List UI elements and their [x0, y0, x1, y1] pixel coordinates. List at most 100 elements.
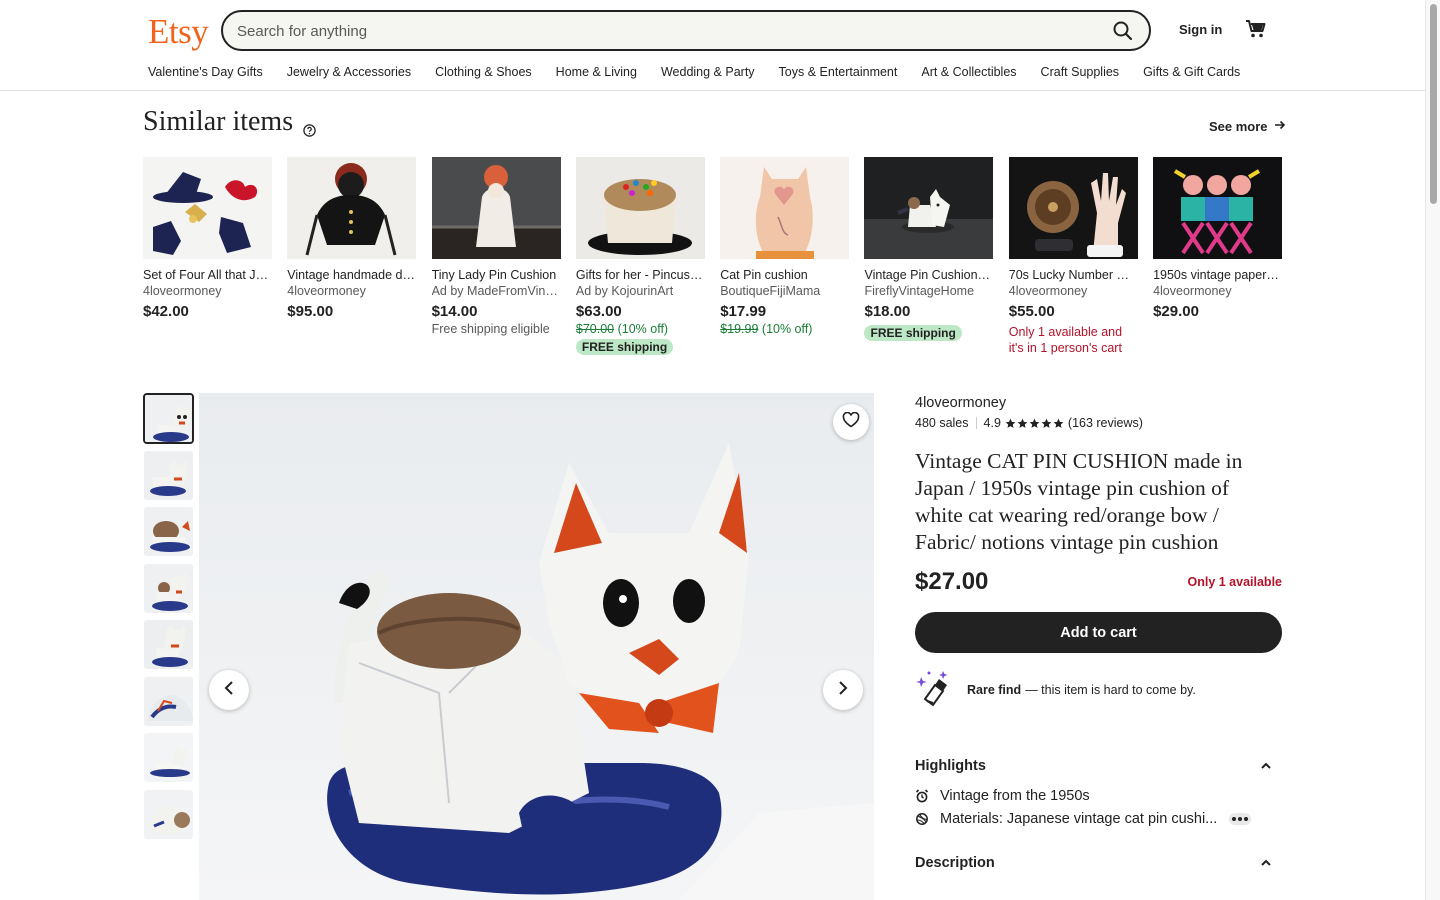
rare-find-text: — this item is hard to come by. [1025, 682, 1196, 697]
shop-rating-row: 480 sales 4.9 (163 reviews) [915, 414, 1282, 432]
item-price: $14.00 [431, 303, 478, 320]
gallery-thumbnail[interactable] [143, 506, 194, 557]
gallery-thumbnail[interactable] [143, 393, 194, 444]
item-original-price: $70.00 (10% off) [575, 322, 669, 336]
previous-image-button[interactable] [209, 670, 249, 710]
item-title[interactable]: Cat Pin cushion [720, 267, 849, 283]
item-title[interactable]: Tiny Lady Pin Cushion [432, 267, 561, 283]
main-listing-image[interactable] [199, 393, 874, 900]
similar-item-card[interactable]: Gifts for her - Pincushion Ad by Kojouri… [575, 157, 705, 356]
item-image[interactable] [1153, 157, 1283, 259]
price-row: $27.00 Only 1 available [915, 568, 1282, 596]
item-shipping-note: Free shipping eligible [431, 322, 550, 336]
similar-item-card[interactable]: 70s Lucky Number Wheel 4loveormoney $55.… [1008, 157, 1138, 356]
scrollbar-thumb[interactable] [1430, 4, 1437, 204]
nav-valentines[interactable]: Valentine's Day Gifts [148, 65, 263, 79]
chevron-up-icon [1260, 758, 1272, 774]
similar-item-card[interactable]: Vintage handmade doll pin 4loveormoney $… [287, 157, 417, 356]
gallery-thumbnail[interactable] [143, 619, 194, 670]
item-image[interactable] [864, 157, 994, 259]
gallery-thumbnail[interactable] [143, 676, 194, 727]
gallery-thumbnail[interactable] [143, 789, 194, 840]
item-title[interactable]: Vintage handmade doll pin [287, 267, 416, 283]
highlight-text: Vintage from the 1950s [940, 788, 1090, 804]
item-shop: 4loveormoney [287, 284, 366, 298]
rare-find-label: Rare find [967, 682, 1022, 697]
item-image[interactable] [1008, 157, 1138, 259]
free-shipping-badge: FREE shipping [864, 325, 962, 341]
cart-icon[interactable] [1244, 17, 1268, 41]
rare-find-icon [915, 669, 953, 710]
nav-craft[interactable]: Craft Supplies [1041, 65, 1120, 79]
arrow-right-icon [1274, 119, 1286, 134]
item-shop: Ad by MadeFromVintage [431, 284, 561, 298]
nav-art[interactable]: Art & Collectibles [921, 65, 1016, 79]
site-header: Etsy Sign in Valentine's Day Gifts Jewel… [0, 0, 1425, 91]
highlight-item: Vintage from the 1950s [915, 788, 1282, 804]
gallery-thumbnail[interactable] [143, 450, 194, 501]
item-image[interactable] [143, 157, 272, 259]
favorite-button[interactable] [833, 404, 869, 440]
chevron-right-icon [837, 680, 849, 701]
rare-find-row: Rare find — this item is hard to come by… [915, 669, 1282, 710]
chevron-left-icon [223, 680, 235, 701]
yarn-icon [915, 812, 929, 826]
item-shop: 4loveormoney [1008, 284, 1088, 298]
nav-jewelry[interactable]: Jewelry & Accessories [287, 65, 411, 79]
listing-title: Vintage CAT PIN CUSHION made in Japan / … [915, 449, 1243, 554]
see-more-label: See more [1209, 119, 1268, 134]
item-price: $55.00 [1008, 303, 1055, 320]
search-input[interactable] [237, 20, 1097, 42]
item-title[interactable]: Set of Four All that Jazz pins [143, 267, 272, 283]
description-toggle[interactable]: Description [915, 855, 1282, 871]
similar-item-card[interactable]: Tiny Lady Pin Cushion Ad by MadeFromVint… [431, 157, 561, 356]
item-shop: 4loveormoney [143, 284, 222, 298]
nav-wedding[interactable]: Wedding & Party [661, 65, 755, 79]
similar-item-card[interactable]: Set of Four All that Jazz pins 4loveormo… [143, 157, 272, 356]
etsy-logo[interactable]: Etsy [148, 12, 209, 52]
item-title[interactable]: 1950s vintage paper dolls [1153, 267, 1282, 283]
item-title[interactable]: Vintage Pin Cushion Cat [864, 267, 993, 283]
nav-gifts[interactable]: Gifts & Gift Cards [1143, 65, 1240, 79]
gallery-thumbnail[interactable] [143, 563, 194, 614]
similar-item-card[interactable]: Cat Pin cushion BoutiqueFijiMama $17.99 … [720, 157, 850, 356]
item-image[interactable] [575, 157, 705, 259]
sales-count: 480 sales [915, 416, 969, 430]
nav-home[interactable]: Home & Living [556, 65, 637, 79]
scrollbar[interactable] [1425, 0, 1440, 900]
similar-item-card[interactable]: Vintage Pin Cushion Cat FireflyVintageHo… [864, 157, 994, 356]
alarm-clock-icon [915, 789, 929, 803]
nav-toys[interactable]: Toys & Entertainment [779, 65, 898, 79]
reviews-link[interactable]: (163 reviews) [1068, 414, 1143, 432]
gallery-thumbnail[interactable] [143, 732, 194, 783]
similar-items-title: Similar items [143, 106, 294, 137]
more-options-icon[interactable] [1229, 813, 1252, 825]
similar-item-card[interactable]: 1950s vintage paper dolls 4loveormoney $… [1153, 157, 1283, 356]
item-image[interactable] [431, 157, 561, 259]
item-price: $17.99 [720, 303, 767, 320]
star-icon [1017, 418, 1028, 428]
star-icon [1041, 418, 1052, 428]
sign-in-link[interactable]: Sign in [1179, 22, 1222, 37]
item-shop: 4loveormoney [1153, 284, 1232, 298]
search-icon[interactable] [1111, 19, 1135, 43]
item-title[interactable]: 70s Lucky Number Wheel [1009, 267, 1138, 283]
help-icon[interactable] [303, 124, 316, 137]
nav-clothing[interactable]: Clothing & Shoes [435, 65, 532, 79]
item-image[interactable] [287, 157, 417, 259]
item-price: $95.00 [287, 303, 334, 320]
shop-name-link[interactable]: 4loveormoney [915, 393, 1282, 413]
next-image-button[interactable] [823, 670, 863, 710]
heart-icon [842, 411, 860, 433]
chevron-up-icon [1260, 855, 1272, 871]
see-more-link[interactable]: See more [1209, 119, 1286, 134]
add-to-cart-button[interactable]: Add to cart [915, 612, 1282, 653]
search-bar [221, 10, 1151, 51]
star-rating [1005, 418, 1064, 429]
item-title[interactable]: Gifts for her - Pincushion [576, 267, 705, 283]
listing-info-panel: 4loveormoney 480 sales 4.9 (163 reviews)… [915, 393, 1282, 871]
item-image[interactable] [720, 157, 850, 259]
item-price: $29.00 [1153, 303, 1199, 320]
highlights-toggle[interactable]: Highlights [915, 758, 1282, 774]
divider [975, 417, 977, 429]
